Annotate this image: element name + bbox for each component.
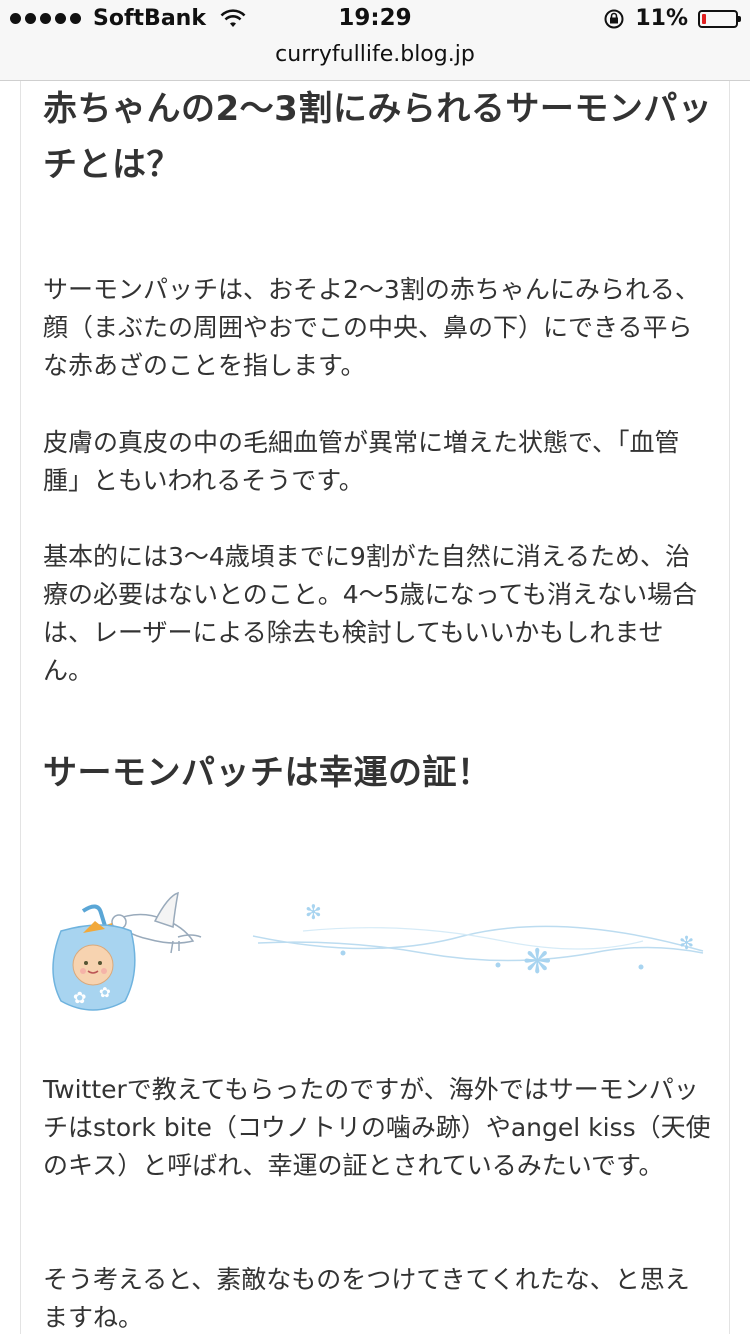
battery-percent: 11% [635, 6, 688, 31]
rotation-lock-icon [604, 9, 624, 28]
section-heading-1: 赤ちゃんの2〜3割にみられるサーモンパッチとは？ [43, 89, 713, 185]
svg-text:✻: ✻ [679, 933, 694, 954]
paragraph-3: 基本的には3〜4歳頃までに9割がた自然に消えるため、治療の必要はないとのこと。4… [43, 542, 698, 685]
stork-illustration-svg: ✿ ✿ ✻ ❋ ✻ [52, 891, 704, 1011]
decorative-swirl-lines: ✻ ❋ ✻ [252, 900, 704, 982]
paragraph-1: サーモンパッチは、おそよ2〜3割の赤ちゃんにみられる、顔（まぶたの周囲やおでこの… [43, 275, 700, 380]
svg-text:✻: ✻ [305, 900, 322, 924]
svg-text:❋: ❋ [523, 942, 552, 982]
status-bar: SoftBank 19:29 11% [0, 0, 750, 40]
address-bar[interactable]: curryfullife.blog.jp [0, 40, 750, 81]
paragraph-5: そう考えると、素敵なものをつけてきてくれたな、と思えますね。 [43, 1265, 690, 1332]
article-card: 赤ちゃんの2〜3割にみられるサーモンパッチとは？ サーモンパッチは、おそよ2〜3… [20, 81, 730, 1334]
status-right: 11% [603, 6, 741, 31]
stork-carrying-baby-illustration: ✿ ✿ ✻ ❋ ✻ [43, 891, 713, 1041]
svg-text:✿: ✿ [73, 988, 86, 1007]
url-text[interactable]: curryfullife.blog.jp [275, 42, 475, 67]
paragraph-2: 皮膚の真皮の中の毛細血管が異常に増えた状態で、「血管腫」ともいわれるそうです。 [43, 428, 680, 495]
battery-level-fill [702, 13, 706, 24]
battery-icon [698, 9, 741, 28]
paragraph-4: Twitterで教えてもらったのですが、海外ではサーモンパッチはstork bi… [43, 1075, 711, 1180]
section-heading-2: サーモンパッチは幸運の証！ [43, 753, 492, 793]
svg-text:✿: ✿ [99, 985, 111, 1001]
